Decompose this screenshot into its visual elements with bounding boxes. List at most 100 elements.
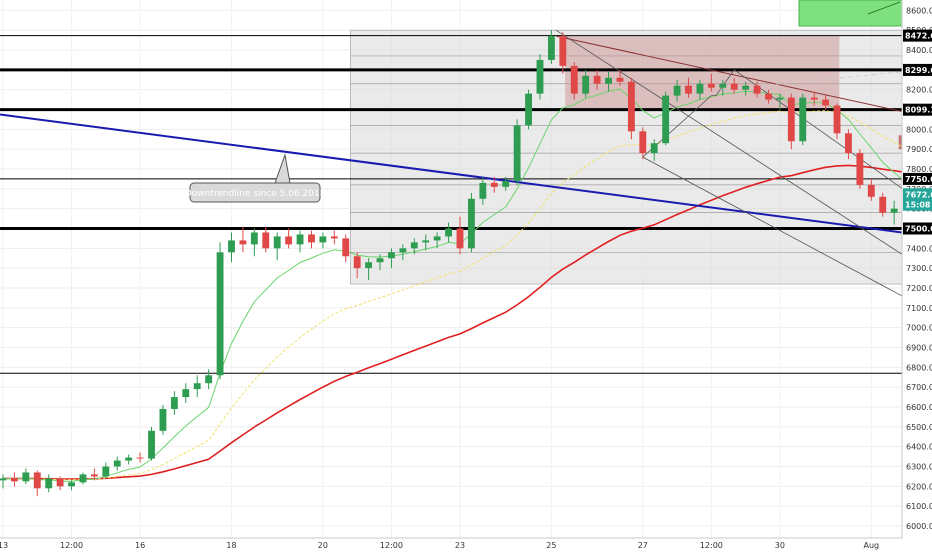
candle-body: [513, 125, 521, 181]
price-tick-label: 6300.0: [906, 463, 932, 472]
price-tick-label: 8400.0: [906, 46, 932, 55]
candle-body: [399, 248, 407, 253]
price-tick-label: 6700.0: [906, 383, 932, 392]
price-tick-label: 7100.0: [906, 304, 932, 313]
price-tick-label: 6800.0: [906, 363, 932, 372]
time-tick-label: 16: [135, 541, 145, 550]
candle-body: [56, 478, 64, 487]
candle-body: [822, 99, 830, 106]
candle-body: [685, 85, 692, 94]
candle-body: [639, 131, 647, 154]
time-tick-label: 12:00: [700, 541, 723, 550]
candle-body: [525, 93, 532, 126]
price-tick-label: 7900.0: [906, 145, 932, 154]
candle-body: [582, 75, 590, 94]
price-tick-label: 6500.0: [906, 423, 932, 432]
candle-body: [867, 184, 875, 197]
candle-body: [765, 93, 772, 100]
candle-body: [536, 59, 544, 94]
candle-body: [239, 240, 247, 245]
candle-body: [456, 228, 464, 249]
candle-body: [422, 240, 430, 243]
candle-body: [433, 236, 441, 241]
candle-body: [479, 182, 487, 199]
candle-body: [799, 97, 807, 142]
candle-body: [216, 252, 224, 376]
candle-body: [730, 83, 738, 90]
candle-body: [388, 252, 395, 259]
candle-body: [250, 232, 258, 245]
candle-body: [559, 36, 567, 66]
candle-body: [627, 81, 635, 132]
time-tick-label: 30: [775, 541, 785, 550]
candle-body: [365, 262, 373, 269]
price-tick-label: 6100.0: [906, 502, 932, 511]
annotation-text: Downtrendline since 5.06.2018: [185, 189, 326, 199]
price-tag-label: 7750.0: [905, 175, 932, 184]
candle-body: [285, 236, 293, 245]
candle-body: [410, 242, 418, 249]
time-tick-label: 25: [546, 541, 556, 550]
candle-body: [159, 408, 167, 431]
candle-body: [296, 234, 304, 245]
candle-body: [22, 472, 30, 482]
candle-body: [113, 460, 121, 467]
price-tick-label: 6400.0: [906, 443, 932, 452]
candle-body: [273, 236, 281, 249]
time-tick-label: 20: [318, 541, 328, 550]
price-tag-label: 8472.6: [905, 32, 932, 41]
price-tag-label: 15:08: [905, 201, 931, 210]
price-tick-label: 7200.0: [906, 284, 932, 293]
time-tick-label: 18: [226, 541, 236, 550]
candle-body: [605, 77, 612, 84]
candle-body: [856, 153, 864, 185]
chart-container: Downtrendline since 5.06.2018 6000.0 6100…: [0, 0, 932, 550]
price-tick-label: 6000.0: [906, 522, 932, 531]
candle-body: [742, 85, 750, 90]
candle-body: [467, 198, 475, 249]
candle-body: [90, 474, 98, 477]
candle-body: [125, 457, 133, 461]
candle-body: [148, 430, 155, 459]
price-tick-label: 7000.0: [906, 324, 932, 333]
candle-body: [205, 375, 213, 384]
candle-body: [696, 83, 704, 94]
candle-body: [673, 85, 681, 96]
time-tick-label: 12:00: [60, 541, 83, 550]
candle-body: [845, 133, 852, 154]
candle-body: [502, 180, 510, 187]
price-tag-label: 8299.6: [905, 66, 932, 75]
price-chart: Downtrendline since 5.06.2018 6000.0 6100…: [0, 0, 932, 550]
candle-body: [547, 36, 555, 60]
candle-body: [308, 234, 315, 243]
candle-body: [776, 97, 784, 100]
candle-body: [182, 389, 190, 398]
candle-body: [262, 232, 270, 249]
price-tick-label: 7800.0: [906, 165, 932, 174]
price-tick-label: 8600.0: [906, 6, 932, 15]
time-tick-label: 12:00: [380, 541, 403, 550]
candle-body: [787, 97, 795, 142]
price-tick-label: 7300.0: [906, 264, 932, 273]
candle-body: [662, 95, 670, 144]
candle-body: [330, 236, 338, 239]
candle-body: [353, 256, 361, 269]
candle-body: [650, 143, 658, 154]
candle-body: [833, 105, 841, 134]
candle-body: [593, 75, 601, 84]
candle-body: [102, 466, 110, 477]
candle-body: [10, 478, 18, 482]
price-tick-label: 8000.0: [906, 125, 932, 134]
candle-body: [719, 83, 727, 88]
candle-body: [228, 240, 235, 253]
candle-body: [570, 65, 578, 94]
candle-body: [707, 83, 715, 88]
candle-body: [33, 472, 41, 489]
candle-body: [319, 236, 327, 243]
candle-body: [45, 478, 53, 489]
price-tag-label: 7500.0: [905, 225, 932, 234]
candle-body: [170, 397, 178, 409]
candle-body: [445, 228, 453, 237]
time-tick-label: Aug: [863, 541, 879, 550]
price-tick-label: 6600.0: [906, 403, 932, 412]
